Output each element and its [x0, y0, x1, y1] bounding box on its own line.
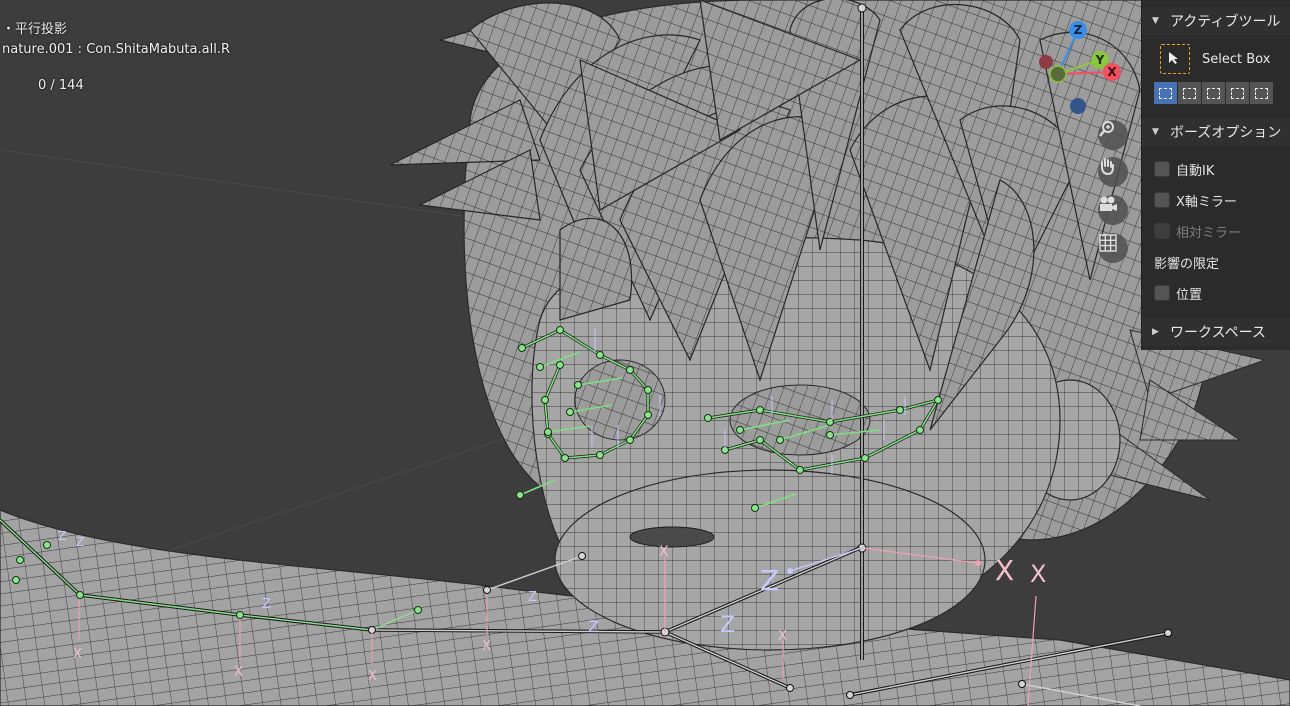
- svg-text:X: X: [368, 669, 377, 684]
- auto-ik-label: 自動IK: [1176, 163, 1215, 179]
- selection-mode-row: [1154, 82, 1274, 104]
- svg-text:X: X: [482, 639, 491, 654]
- mode-intersect-button[interactable]: [1250, 82, 1273, 104]
- relative-mirror-label: 相対ミラー: [1176, 225, 1242, 241]
- select-box-icon: [1160, 44, 1190, 74]
- relative-mirror-checkbox: [1154, 223, 1170, 239]
- muzzle-mesh: [554, 469, 986, 651]
- camera-icon: [1100, 196, 1117, 211]
- svg-text:Z: Z: [76, 535, 84, 549]
- collapsed-arrow-icon: ▶: [1152, 327, 1159, 337]
- gizmo-y-label: Y: [1095, 53, 1105, 67]
- frame-count-label: 0 / 144: [38, 78, 84, 93]
- mode-invert-button[interactable]: [1226, 82, 1249, 104]
- svg-text:Z: Z: [58, 529, 66, 543]
- location-checkbox[interactable]: [1154, 285, 1170, 301]
- svg-text:Z: Z: [588, 617, 599, 636]
- zoom-button[interactable]: [1098, 120, 1128, 150]
- expand-arrow-icon: ▼: [1152, 127, 1159, 137]
- active-tool-panel-header[interactable]: ▼ アクティブツール: [1142, 7, 1290, 35]
- grid-icon: [1099, 234, 1117, 252]
- svg-text:Z: Z: [720, 613, 735, 638]
- x-mirror-label: X軸ミラー: [1176, 194, 1237, 210]
- auto-ik-checkbox-row[interactable]: 自動IK: [1154, 159, 1214, 179]
- pose-options-header-label: ボーズオプション: [1170, 125, 1282, 141]
- active-tool-header-label: アクティブツール: [1170, 14, 1281, 30]
- svg-text:Z: Z: [528, 590, 537, 605]
- mode-invert-icon: [1231, 87, 1244, 99]
- mode-set-button[interactable]: [1154, 82, 1177, 104]
- navigation-gizmo[interactable]: Z Y X: [1030, 18, 1130, 118]
- active-tool-row[interactable]: Select Box: [1160, 44, 1270, 74]
- gizmo-z-label: Z: [1073, 23, 1083, 37]
- svg-text:X: X: [73, 647, 82, 662]
- svg-text:Z: Z: [760, 564, 779, 597]
- location-label: 位置: [1176, 287, 1203, 303]
- mode-set-icon: [1159, 87, 1172, 99]
- 3d-viewport[interactable]: X X X X X X X X Z Z Z Z Z Z Z ・平行投影 natu…: [0, 0, 1290, 706]
- expand-arrow-icon: ▼: [1152, 16, 1159, 26]
- zoom-icon: [1099, 121, 1114, 137]
- workspace-header-label: ワークスペース: [1170, 325, 1266, 341]
- mode-extend-icon: [1183, 87, 1196, 99]
- svg-text:Z: Z: [262, 597, 271, 612]
- relative-mirror-checkbox-row: 相対ミラー: [1154, 221, 1241, 241]
- svg-text:X: X: [995, 554, 1014, 587]
- tool-sidebar: ▼ アクティブツール Select Box ▼ ボーズオプション 自動IK X軸…: [1141, 0, 1290, 350]
- x-mirror-checkbox-row[interactable]: X軸ミラー: [1154, 190, 1237, 210]
- pose-options-panel-header[interactable]: ▼ ボーズオプション: [1142, 118, 1290, 146]
- svg-text:X: X: [234, 665, 243, 680]
- gizmo-z-axis[interactable]: Z: [1069, 21, 1087, 39]
- gizmo-x-label: X: [1107, 65, 1117, 79]
- active-bone-label: nature.001 : Con.ShitaMabuta.all.R: [2, 42, 230, 57]
- svg-text:X: X: [659, 544, 669, 560]
- view-mode-label: ・平行投影: [2, 22, 68, 37]
- mode-extend-button[interactable]: [1178, 82, 1201, 104]
- svg-text:X: X: [1030, 560, 1046, 588]
- active-tool-name: Select Box: [1202, 51, 1271, 67]
- location-checkbox-row[interactable]: 位置: [1154, 283, 1202, 303]
- hand-icon: [1101, 158, 1114, 175]
- svg-text:X: X: [778, 629, 787, 644]
- camera-button[interactable]: [1098, 195, 1128, 225]
- gizmo-x-axis[interactable]: X: [1103, 63, 1121, 81]
- grid-button[interactable]: [1098, 233, 1128, 263]
- limit-influence-label: 影響の限定: [1154, 257, 1220, 272]
- auto-ik-checkbox[interactable]: [1154, 161, 1170, 177]
- pan-button[interactable]: [1098, 157, 1128, 187]
- mode-subtract-button[interactable]: [1202, 82, 1225, 104]
- workspace-panel-header[interactable]: ▶ ワークスペース: [1142, 318, 1290, 346]
- x-mirror-checkbox[interactable]: [1154, 192, 1170, 208]
- mode-intersect-icon: [1255, 87, 1268, 99]
- mode-subtract-icon: [1207, 87, 1220, 99]
